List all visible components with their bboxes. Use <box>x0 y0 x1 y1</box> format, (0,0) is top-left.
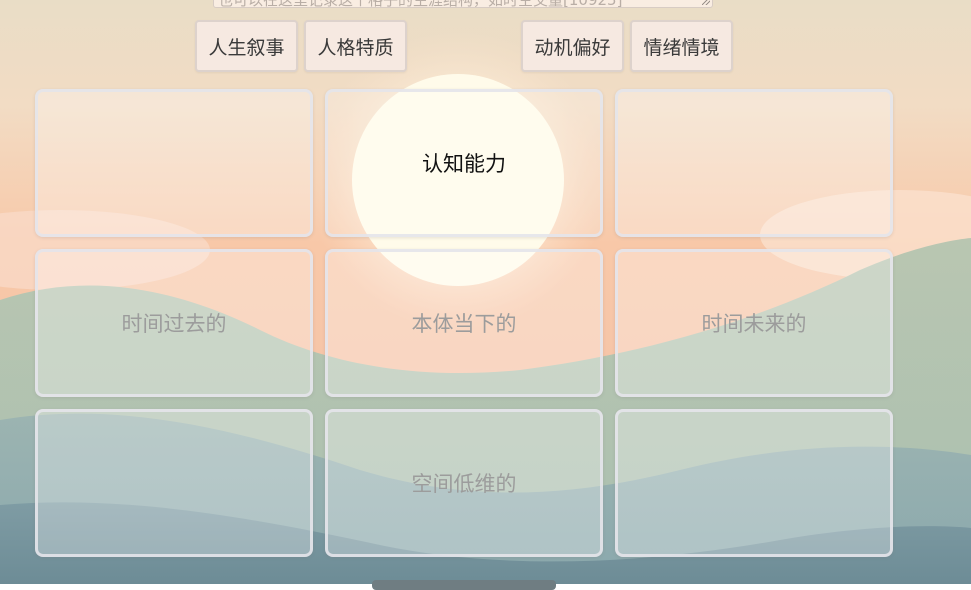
grid-cell-top-right[interactable] <box>615 89 893 237</box>
grid-cell-cognitive-ability[interactable]: 认知能力 <box>325 89 603 237</box>
grid-cell-temporal-future[interactable]: 时间未来的 <box>615 249 893 397</box>
notes-textarea[interactable]: 也可以在这里记录这个格子的生涯结构，如时空交量[10925] <box>213 0 713 8</box>
tab-life-narrative[interactable]: 人生叙事 <box>195 20 298 72</box>
grid-cell-bottom-right[interactable] <box>615 409 893 557</box>
grid-cell-top-left[interactable] <box>35 89 313 237</box>
grid-cell-bottom-left[interactable] <box>35 409 313 557</box>
tab-personality-traits[interactable]: 人格特质 <box>304 20 407 72</box>
tab-motivation-preference[interactable]: 动机偏好 <box>521 20 624 72</box>
tab-emotion-context[interactable]: 情绪情境 <box>630 20 733 72</box>
notes-textarea-text: 也可以在这里记录这个格子的生涯结构，如时空交量[10925] <box>218 0 622 7</box>
bottom-button-edge[interactable] <box>372 580 556 590</box>
grid-cell-spatial-low-dimension[interactable]: 空间低维的 <box>325 409 603 557</box>
grid-cell-ontological-present[interactable]: 本体当下的 <box>325 249 603 397</box>
grid-cell-temporal-past[interactable]: 时间过去的 <box>35 249 313 397</box>
resize-grip-icon[interactable] <box>702 0 710 5</box>
